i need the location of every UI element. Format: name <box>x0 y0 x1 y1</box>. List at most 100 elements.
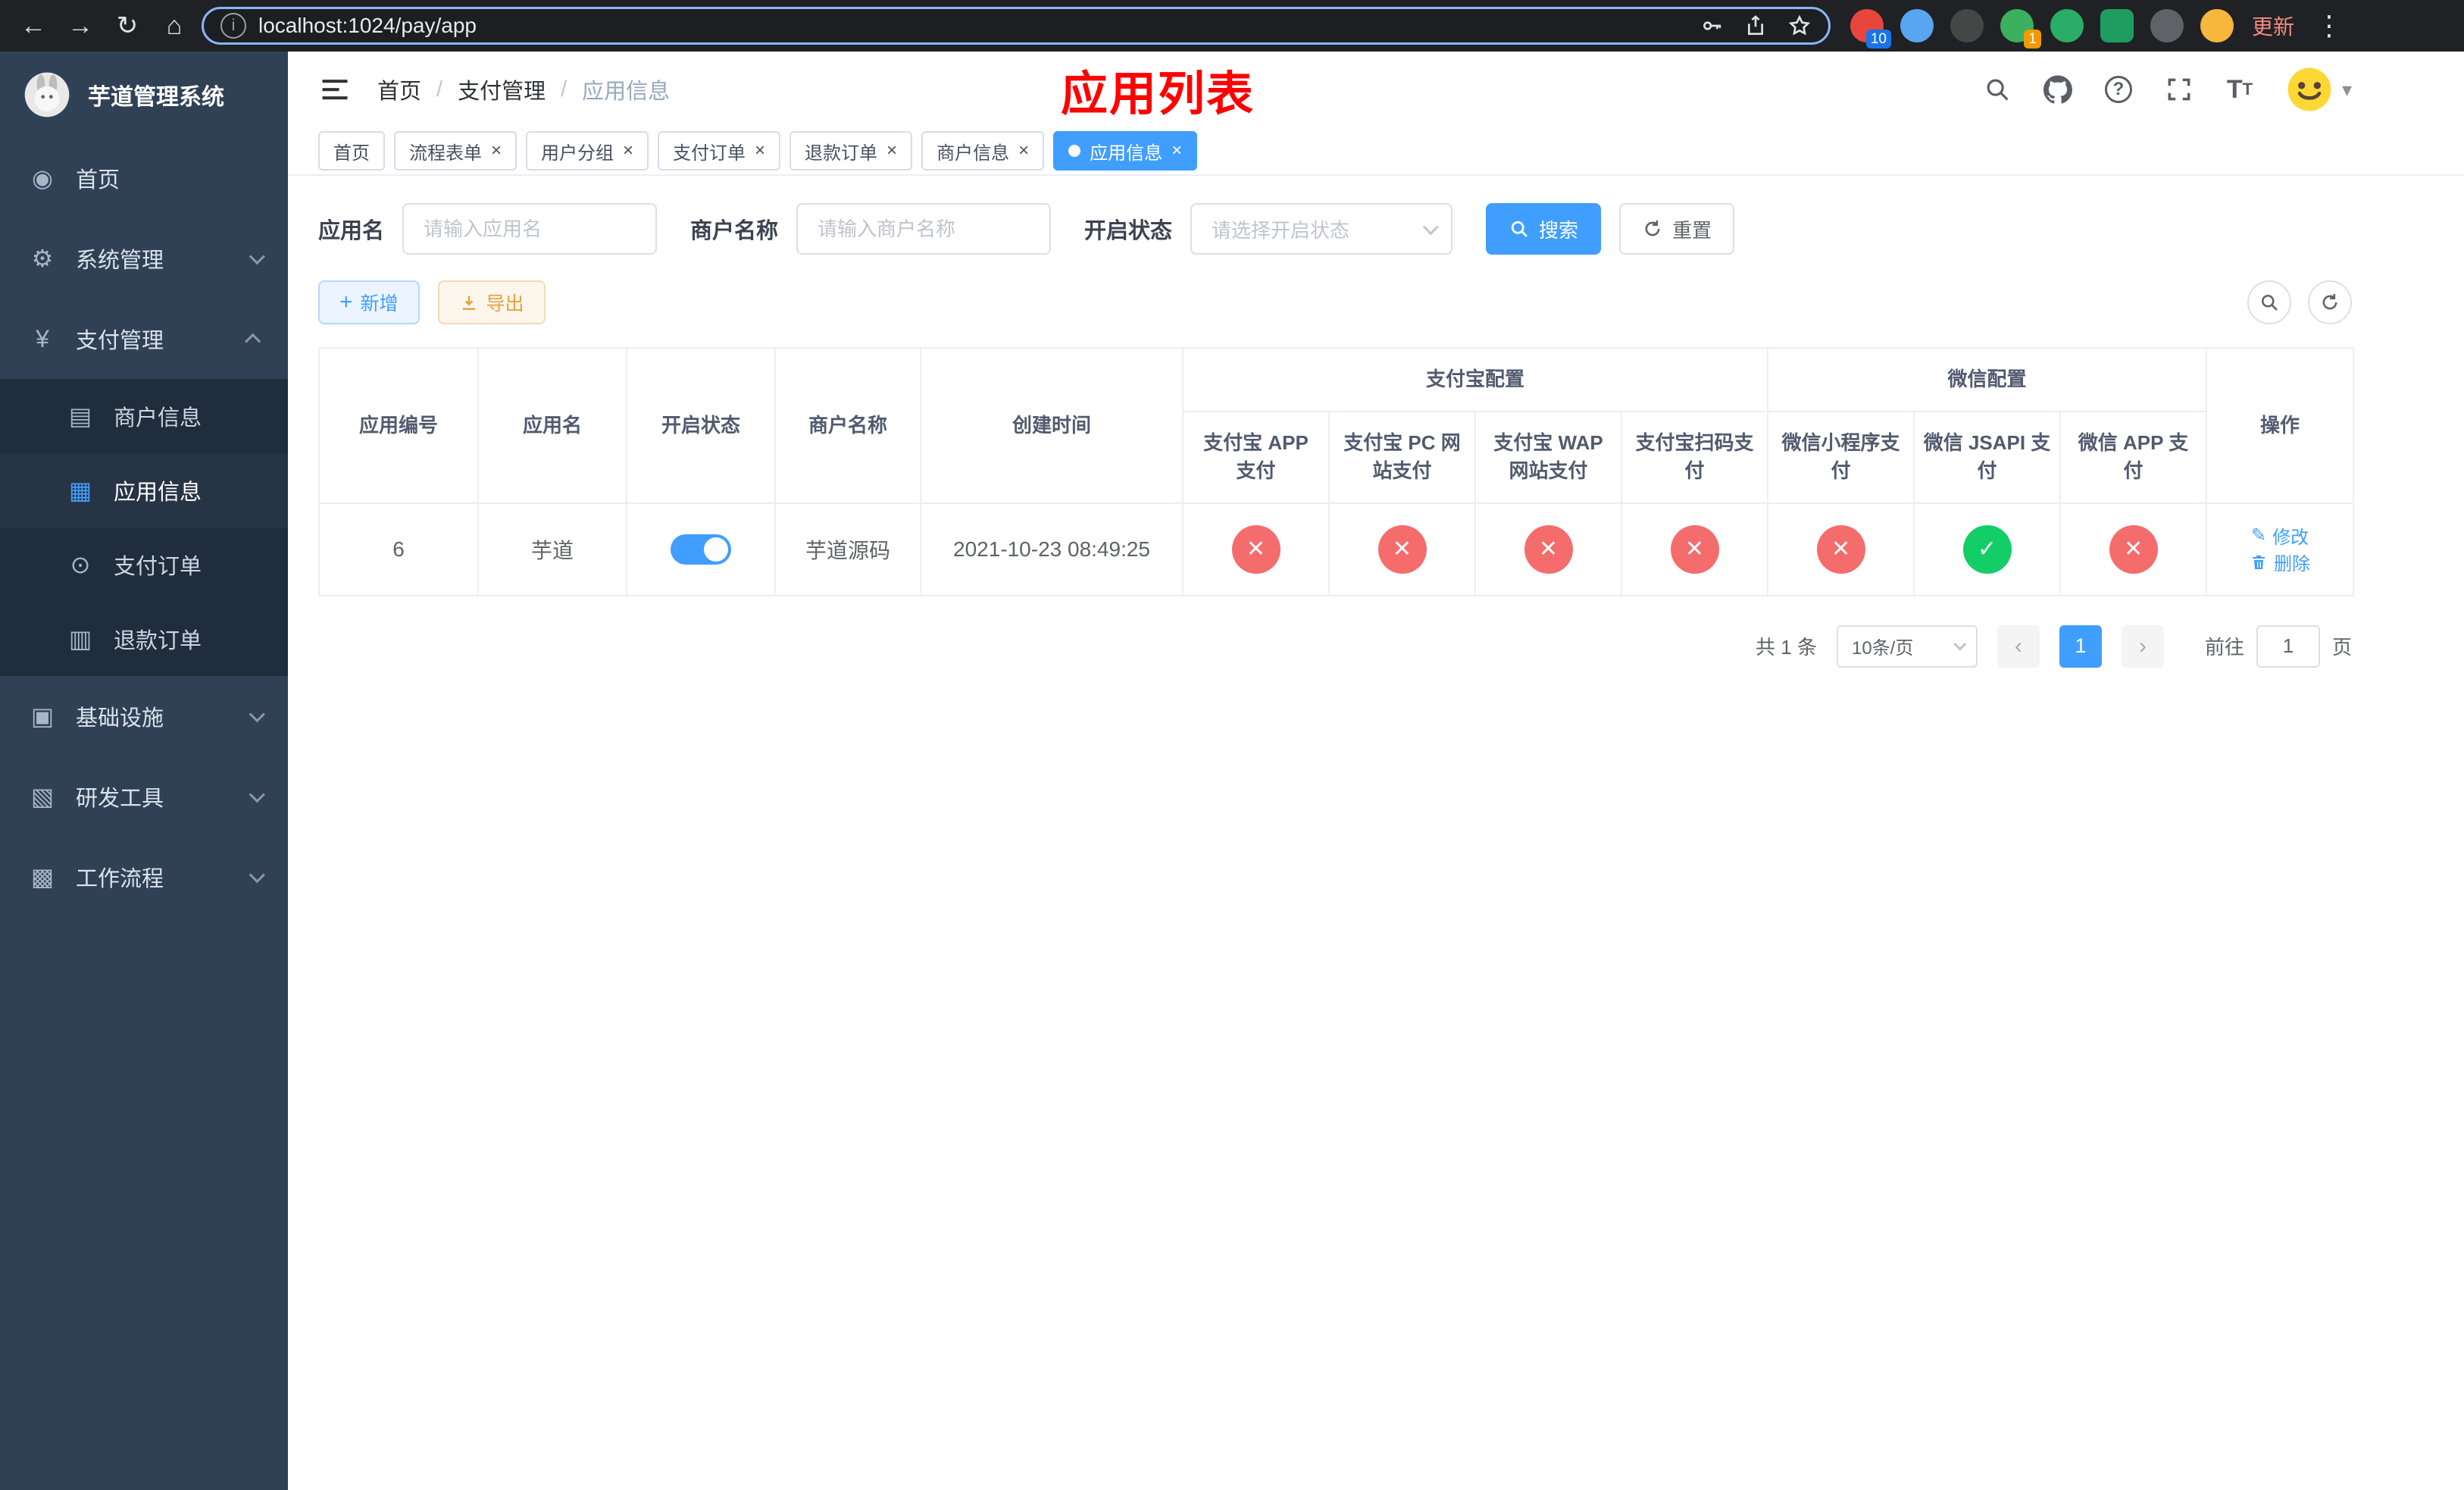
url-text[interactable]: localhost:1024/pay/app <box>258 14 1687 38</box>
browser-chrome: ← → ↻ ⌂ i localhost:1024/pay/app 10 1 更新… <box>0 0 2464 52</box>
tab-user-group[interactable]: 用户分组 × <box>526 131 649 171</box>
sidebar-item-infrastructure[interactable]: ▣ 基础设施 <box>0 676 288 756</box>
key-icon[interactable] <box>1699 14 1724 38</box>
sidebar-item-refund-order[interactable]: ▥ 退款订单 <box>0 602 288 676</box>
refresh-icon <box>2322 293 2337 310</box>
sidebar-item-payment[interactable]: ¥ 支付管理 <box>0 299 288 379</box>
font-size-icon[interactable]: TT <box>2225 75 2254 104</box>
sidebar-item-label: 首页 <box>76 168 120 193</box>
tab-home[interactable]: 首页 <box>318 131 385 171</box>
wechat-mini-status-icon: ✕ <box>1816 524 1865 574</box>
sidebar-menu: ◉ 首页 ⚙ 系统管理 ¥ 支付管理 ▤ 商户信息 ▦ 应用信息 ⊙ 支付订单 … <box>0 138 288 917</box>
table-header-group-row: 应用编号 应用名 开启状态 商户名称 创建时间 支付宝配置 微信配置 操作 <box>318 346 2355 505</box>
delete-button[interactable]: 删除 <box>2250 549 2310 575</box>
close-icon[interactable]: × <box>886 142 897 160</box>
app-logo[interactable]: 芋道管理系统 <box>0 52 288 138</box>
status-toggle[interactable] <box>671 534 731 565</box>
goto-page-input[interactable] <box>2256 624 2320 668</box>
sidebar-item-home[interactable]: ◉ 首页 <box>0 138 288 218</box>
share-icon[interactable] <box>1743 14 1768 38</box>
extension-badge: 10 <box>1865 30 1891 49</box>
tab-merchant-info[interactable]: 商户信息 × <box>921 131 1045 171</box>
search-icon <box>1511 221 1527 237</box>
search-icon <box>2261 294 2278 311</box>
browser-menu-icon[interactable]: ⋮ <box>2315 10 2343 42</box>
app-title: 芋道管理系统 <box>88 85 224 110</box>
tab-refund-order[interactable]: 退款订单 × <box>790 131 913 171</box>
profile-avatar-icon[interactable] <box>2200 9 2234 42</box>
user-avatar-dropdown[interactable]: ▾ <box>2286 66 2352 113</box>
close-icon[interactable]: × <box>623 142 633 160</box>
breadcrumb-payment[interactable]: 支付管理 <box>458 74 546 105</box>
sidebar-item-dev-tools[interactable]: ▧ 研发工具 <box>0 756 288 837</box>
extension-icon-2[interactable] <box>1900 9 1934 42</box>
add-button[interactable]: + 新增 <box>318 280 420 324</box>
col-wechat-app: 微信 APP 支付 <box>2059 410 2208 505</box>
extension-icon-3[interactable] <box>1950 9 1984 42</box>
extensions-puzzle-icon[interactable] <box>2150 9 2184 42</box>
cell-app-id: 6 <box>318 502 479 596</box>
search-icon[interactable] <box>1983 75 2012 104</box>
toggle-search-button[interactable] <box>2247 280 2291 324</box>
sidebar: 芋道管理系统 ◉ 首页 ⚙ 系统管理 ¥ 支付管理 ▤ 商户信息 ▦ 应用信息 … <box>0 52 288 1490</box>
topbar-actions: ? TT ▾ <box>1983 66 2352 113</box>
tab-app-info[interactable]: 应用信息 × <box>1053 131 1198 171</box>
sidebar-item-app-info[interactable]: ▦ 应用信息 <box>0 453 288 527</box>
sidebar-fold-icon[interactable] <box>318 73 352 106</box>
extension-icon-1[interactable]: 10 <box>1850 9 1891 49</box>
status-select[interactable]: 请选择开启状态 <box>1190 203 1453 255</box>
refresh-button[interactable] <box>2308 280 2352 324</box>
close-icon[interactable]: × <box>491 142 502 160</box>
gear-icon: ⚙ <box>31 245 54 272</box>
sidebar-item-system[interactable]: ⚙ 系统管理 <box>0 218 288 299</box>
close-icon[interactable]: × <box>1018 142 1029 160</box>
fullscreen-icon[interactable] <box>2165 75 2194 104</box>
reload-icon[interactable]: ↻ <box>108 6 147 45</box>
reset-button[interactable]: 重置 <box>1619 203 1735 255</box>
tab-pay-order[interactable]: 支付订单 × <box>658 131 781 171</box>
bookmark-star-icon[interactable] <box>1787 14 1812 38</box>
chevron-down-icon <box>249 248 265 265</box>
cell-app-name: 芋道 <box>477 502 627 596</box>
col-group-wechat: 微信配置 <box>1767 347 2208 412</box>
forward-icon[interactable]: → <box>61 6 100 45</box>
back-icon[interactable]: ← <box>14 6 53 45</box>
close-icon[interactable]: × <box>755 142 765 160</box>
edit-button[interactable]: ✎ 修改 <box>2251 522 2309 549</box>
filter-form: 应用名 商户名称 开启状态 请选择开启状态 搜索 <box>318 203 2352 255</box>
extension-icon-wechat[interactable] <box>2050 9 2084 42</box>
site-info-icon[interactable]: i <box>220 13 246 39</box>
col-alipay-wap: 支付宝 WAP 网站支付 <box>1474 410 1622 505</box>
breadcrumb-current: 应用信息 <box>582 80 671 104</box>
browser-update-button[interactable]: 更新 <box>2252 11 2294 41</box>
active-dot <box>1068 145 1081 157</box>
help-icon[interactable]: ? <box>2104 75 2133 104</box>
current-page-button[interactable]: 1 <box>2059 624 2102 668</box>
page-size-select[interactable]: 10条/页 <box>1836 624 1978 668</box>
close-icon[interactable]: × <box>1171 142 1182 160</box>
prev-page-button[interactable]: ‹ <box>1997 624 2040 668</box>
refresh-icon <box>1645 220 1660 236</box>
address-bar[interactable]: i localhost:1024/pay/app <box>202 7 1831 45</box>
col-actions: 操作 <box>2206 346 2355 505</box>
app-name-input[interactable] <box>402 203 658 255</box>
export-button[interactable]: 导出 <box>437 280 546 324</box>
sidebar-item-merchant-info[interactable]: ▤ 商户信息 <box>0 379 288 453</box>
alipay-pc-status-icon: ✕ <box>1377 524 1427 574</box>
breadcrumb-home[interactable]: 首页 <box>377 74 421 105</box>
home-icon[interactable]: ⌂ <box>155 6 194 45</box>
github-icon[interactable] <box>2043 75 2072 104</box>
extension-icon-6[interactable] <box>2100 9 2134 42</box>
sidebar-item-workflow[interactable]: ▩ 工作流程 <box>0 837 288 917</box>
next-page-button[interactable]: › <box>2121 624 2164 668</box>
table-row: 6 芋道 芋道源码 2021-10-23 08:49:25 ✕ ✕ ✕ ✕ ✕ … <box>318 502 2355 596</box>
table-toolbar: + 新增 导出 <box>318 280 2352 324</box>
col-group-alipay: 支付宝配置 <box>1181 347 1769 412</box>
tab-process-form[interactable]: 流程表单 × <box>394 131 518 171</box>
sidebar-item-label: 研发工具 <box>76 787 164 811</box>
app-grid-icon: ▦ <box>68 477 92 504</box>
search-button[interactable]: 搜索 <box>1486 203 1602 255</box>
merchant-name-input[interactable] <box>796 203 1052 255</box>
sidebar-item-pay-order[interactable]: ⊙ 支付订单 <box>0 527 288 602</box>
extension-icon-4[interactable]: 1 <box>2000 9 2041 49</box>
